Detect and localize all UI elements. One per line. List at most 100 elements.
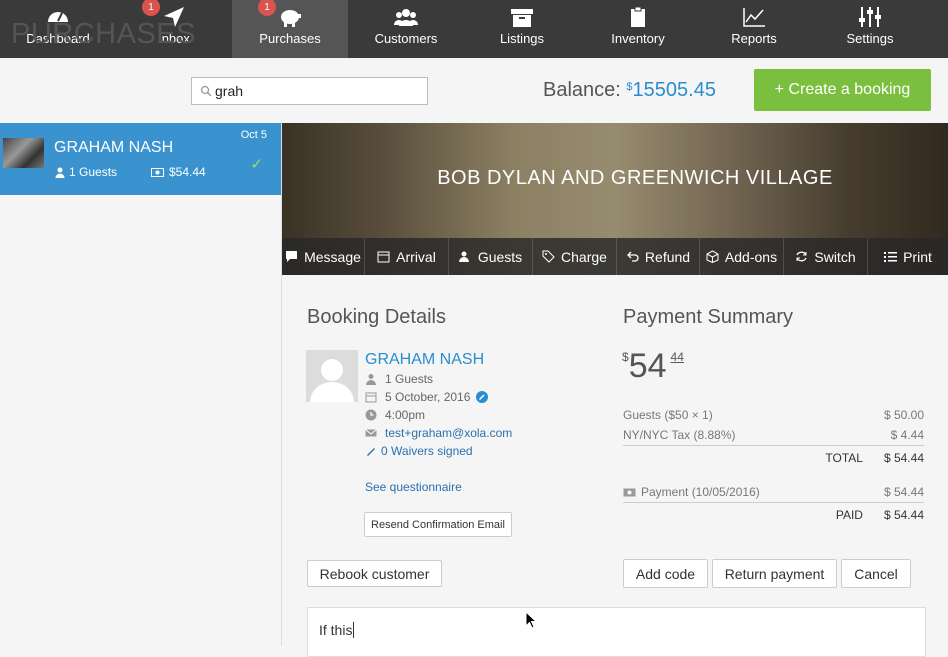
- note-value: If this: [319, 622, 353, 638]
- total-row: TOTAL $ 54.44: [623, 451, 924, 465]
- toolbar-label: Add-ons: [724, 248, 778, 265]
- message-button[interactable]: Message: [282, 238, 365, 275]
- toolbar-label: Refund: [644, 248, 691, 265]
- booking-date-text: 5 October, 2016: [385, 390, 471, 404]
- refresh-icon: [796, 251, 807, 262]
- divider: [623, 445, 924, 446]
- pencil-icon: [367, 448, 375, 456]
- envelope-icon: [365, 429, 377, 437]
- toolbar-label: Guests: [477, 248, 523, 265]
- booking-panel: Booking Details GRAHAM NASH 1 Guests 5 O…: [282, 275, 948, 657]
- booking-email: test+graham@xola.com: [365, 426, 512, 440]
- paid-row: PAID $ 54.44: [623, 508, 924, 522]
- search-value: grah: [215, 83, 244, 99]
- charge-button[interactable]: Charge: [533, 238, 617, 275]
- rebook-customer-button[interactable]: Rebook customer: [307, 560, 442, 587]
- line-item: NY/NYC Tax (8.88%) $ 4.44: [623, 428, 924, 442]
- booking-date: 5 October, 2016: [365, 390, 489, 404]
- balance-label: Balance:: [543, 79, 621, 101]
- add-ons-button[interactable]: Add-ons: [700, 238, 784, 275]
- money-icon: [623, 488, 636, 496]
- total-label: TOTAL: [825, 451, 863, 465]
- customer-name-link[interactable]: GRAHAM NASH: [365, 351, 484, 369]
- search-icon: [200, 85, 212, 97]
- guests-button[interactable]: Guests: [449, 238, 533, 275]
- text-caret: [353, 622, 355, 638]
- calendar-icon: [365, 392, 377, 403]
- undo-icon: [627, 251, 639, 262]
- purchases-badge: 1: [258, 0, 276, 16]
- resend-confirmation-button[interactable]: Resend Confirmation Email: [364, 512, 512, 537]
- purchase-date: Oct 5: [240, 129, 267, 141]
- user-icon: [55, 167, 65, 178]
- sliders-icon: [859, 7, 881, 27]
- balance: Balance: $15505.45: [543, 79, 716, 102]
- nav-settings[interactable]: Settings: [812, 0, 928, 58]
- edit-date-icon[interactable]: [476, 391, 489, 403]
- refund-button[interactable]: Refund: [617, 238, 700, 275]
- mouse-pointer-icon: [525, 611, 537, 629]
- clipboard-icon: [631, 6, 645, 27]
- line-chart-icon: [743, 8, 765, 27]
- purchase-list-item[interactable]: GRAHAM NASH Oct 5 1 Guests $54.44 ✓: [0, 123, 281, 195]
- toolbar-label: Arrival: [396, 248, 436, 265]
- paid-label: PAID: [835, 508, 863, 522]
- sidebar: GRAHAM NASH Oct 5 1 Guests $54.44 ✓: [0, 123, 282, 646]
- nav-label: Reports: [731, 31, 777, 46]
- arrival-button[interactable]: Arrival: [365, 238, 449, 275]
- guest-count: 1 Guests: [55, 165, 117, 179]
- switch-button[interactable]: Switch: [784, 238, 868, 275]
- line-item-amount: $ 4.44: [890, 428, 924, 442]
- nav-purchases[interactable]: 1 Purchases: [232, 0, 348, 58]
- payment-amount: $ 54.44: [883, 485, 924, 499]
- balance-amount: 15505.45: [632, 79, 716, 101]
- toolbar-label: Switch: [814, 248, 856, 265]
- nav-inventory[interactable]: Inventory: [580, 0, 696, 58]
- toolbar-label: Print: [903, 248, 932, 265]
- booking-guests: 1 Guests: [365, 372, 433, 386]
- line-item: Guests ($50 × 1) $ 50.00: [623, 408, 924, 422]
- payment-total-display: $54 44: [622, 347, 684, 386]
- cancel-button[interactable]: Cancel: [841, 559, 911, 588]
- paid-amount: $ 54.44: [883, 508, 924, 522]
- users-icon: [394, 9, 418, 26]
- listing-title: BOB DYLAN AND GREENWICH VILLAGE: [437, 167, 833, 189]
- nav-label: Listings: [499, 31, 545, 46]
- nav-reports[interactable]: Reports: [696, 0, 812, 58]
- questionnaire-link[interactable]: See questionnaire: [365, 480, 462, 494]
- waivers-link[interactable]: 0 Waivers signed: [381, 444, 473, 458]
- purchase-amount-text: $54.44: [169, 165, 206, 179]
- nav-customers[interactable]: Customers: [348, 0, 464, 58]
- payment-currency: $: [622, 350, 629, 364]
- return-payment-button[interactable]: Return payment: [712, 559, 837, 588]
- comment-icon: [286, 251, 298, 262]
- avatar: [306, 350, 358, 402]
- nav-label: Inventory: [611, 31, 665, 46]
- search-input[interactable]: grah: [191, 77, 428, 105]
- line-item-label: Guests ($50 × 1): [623, 408, 713, 422]
- waivers: 0 Waivers signed: [365, 444, 473, 458]
- note-input[interactable]: If this: [307, 607, 926, 657]
- create-booking-button[interactable]: + Create a booking: [754, 69, 931, 111]
- payment-dollars: 54: [628, 347, 667, 385]
- print-button[interactable]: Print: [868, 238, 948, 275]
- piggy-bank-icon: [281, 10, 301, 27]
- toolbar-label: Message: [304, 248, 361, 265]
- booking-guests-text: 1 Guests: [385, 372, 434, 386]
- money-icon: [151, 167, 164, 177]
- payment-label: Payment (10/05/2016): [641, 485, 760, 499]
- booking-time: 4:00pm: [365, 408, 425, 422]
- add-code-button[interactable]: Add code: [623, 559, 708, 588]
- payment-row: Payment (10/05/2016) $ 54.44: [623, 485, 924, 499]
- email-link[interactable]: test+graham@xola.com: [385, 426, 512, 440]
- users-icon: [458, 251, 469, 262]
- clock-icon: [365, 409, 377, 421]
- listing-banner: BOB DYLAN AND GREENWICH VILLAGE Message …: [282, 123, 948, 275]
- purchase-amount: $54.44: [151, 165, 206, 179]
- line-item-amount: $ 50.00: [883, 408, 924, 422]
- listing-thumbnail: [3, 138, 44, 168]
- calendar-icon: [377, 251, 390, 263]
- guest-count-text: 1 Guests: [69, 165, 118, 179]
- booking-toolbar: Message Arrival Guests Charge Refund Add…: [282, 238, 948, 275]
- nav-listings[interactable]: Listings: [464, 0, 580, 58]
